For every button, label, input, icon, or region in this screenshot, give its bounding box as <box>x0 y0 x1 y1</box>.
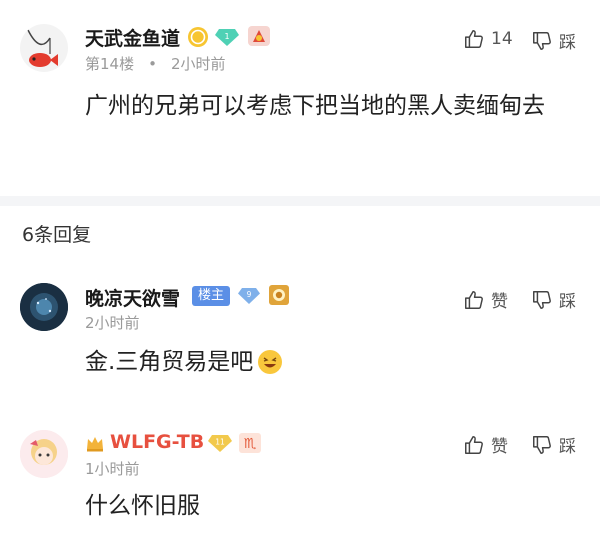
laughing-emoji-icon <box>258 350 283 374</box>
username[interactable]: WLFG-TB <box>110 431 204 453</box>
thumbs-up-icon <box>465 30 483 48</box>
diamond-level-icon: 9 <box>238 288 260 304</box>
thumbs-down-icon <box>533 31 551 50</box>
username[interactable]: 晚凉天欲雪 <box>85 284 180 311</box>
dislike-label: 踩 <box>559 33 576 53</box>
timestamp: 2小时前 <box>85 314 140 332</box>
reply-text: 金.三角贸易是吧 <box>85 343 284 381</box>
starry-avatar-icon <box>20 283 68 331</box>
like-label: 赞 <box>491 292 508 312</box>
section-divider <box>0 196 600 206</box>
thumbs-up-icon <box>465 435 483 454</box>
svg-text:11: 11 <box>215 438 225 447</box>
like-button[interactable]: 赞 <box>463 287 508 312</box>
comment-meta: 第14楼 • 2小时前 <box>85 53 226 74</box>
main-comment: 天武金鱼道 1 第14楼 • 2小时前 广州的兄弟可以考虑下把当地的黑人卖缅甸去 1… <box>0 0 600 196</box>
svg-text:♏: ♏ <box>244 436 257 452</box>
diamond-level-icon: 1 <box>215 29 239 46</box>
like-label: 赞 <box>491 437 508 457</box>
comment-text: 广州的兄弟可以考虑下把当地的黑人卖缅甸去 <box>85 93 545 119</box>
reply-text: 什么怀旧服 <box>85 493 200 519</box>
avatar[interactable] <box>20 430 68 478</box>
avatar[interactable] <box>20 24 68 72</box>
dislike-button[interactable]: 踩 <box>531 287 576 312</box>
like-button[interactable]: 赞 <box>463 432 508 457</box>
dislike-button[interactable]: 踩 <box>531 432 576 457</box>
dislike-label: 踩 <box>559 292 576 312</box>
timestamp: 2小时前 <box>170 55 226 73</box>
svg-text:1: 1 <box>224 32 229 41</box>
coin-badge-icon <box>188 27 208 47</box>
separator-dot: • <box>148 55 157 73</box>
crown-icon <box>87 437 103 452</box>
scorpio-sign-icon: ♏ <box>239 433 261 453</box>
thumbs-down-icon <box>533 435 551 454</box>
avatar[interactable] <box>20 283 68 331</box>
anime-girl-avatar-icon <box>20 430 68 478</box>
username[interactable]: 天武金鱼道 <box>85 24 180 51</box>
diamond-level-icon: 11 <box>208 435 232 452</box>
replies-count-header: 6条回复 <box>22 224 92 246</box>
timestamp: 1小时前 <box>85 460 140 478</box>
dislike-button[interactable]: 踩 <box>531 28 576 53</box>
like-count: 14 <box>491 29 513 49</box>
like-button[interactable]: 14 <box>463 28 513 50</box>
floor-number: 第14楼 <box>85 55 135 73</box>
comment-thread: 天武金鱼道 1 第14楼 • 2小时前 广州的兄弟可以考虑下把当地的黑人卖缅甸去 1… <box>0 0 600 549</box>
dislike-label: 踩 <box>559 437 576 457</box>
goldfish-avatar-icon <box>27 29 58 67</box>
red-envelope-badge-icon <box>248 26 270 46</box>
thumbs-up-icon <box>465 290 483 309</box>
sun-medal-icon <box>269 285 289 305</box>
svg-text:9: 9 <box>247 290 252 299</box>
thumbs-down-icon <box>533 290 551 309</box>
owner-badge: 楼主 <box>192 286 231 306</box>
